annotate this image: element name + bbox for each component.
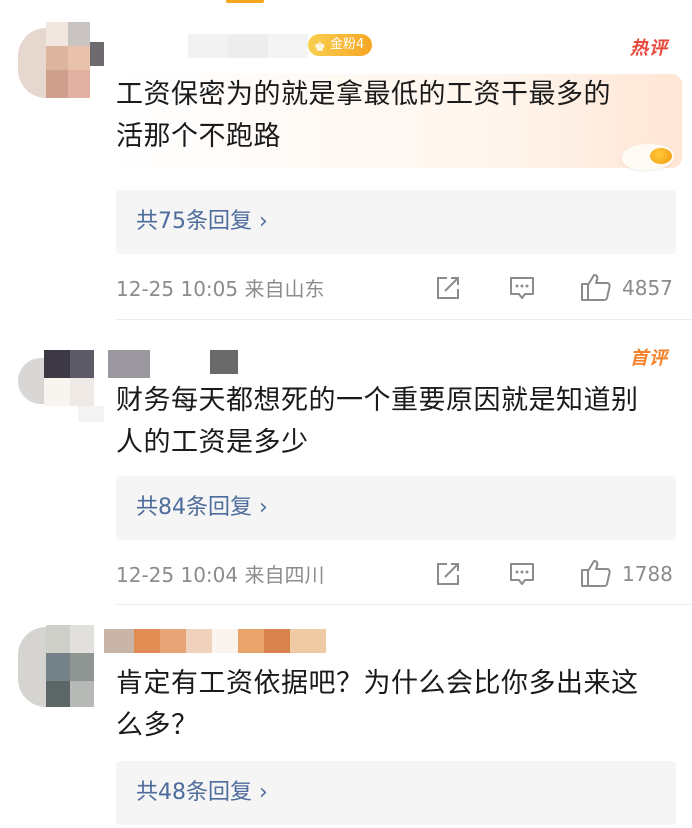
replies-link[interactable]: 共75条回复 › <box>116 190 676 254</box>
thumbs-up-icon <box>581 560 611 587</box>
replies-label: 共75条回复 › <box>136 209 268 234</box>
share-button[interactable] <box>434 274 464 304</box>
comment-icon <box>510 563 534 585</box>
comment-button[interactable] <box>508 274 538 304</box>
comment-text: 财务每天都想死的一个重要原因就是知道别 人的工资是多少 <box>116 380 656 464</box>
comment-icon <box>510 277 534 299</box>
comment-text-line: 活那个不跑路 <box>116 121 281 152</box>
comment-text: 工资保密为的就是拿最低的工资干最多的 活那个不跑路 <box>116 74 656 158</box>
comment-text: 肯定有工资依据吧？为什么会比你多出来这 么多？ <box>116 663 656 747</box>
username-obscured[interactable] <box>104 629 326 653</box>
like-button[interactable]: 4857 <box>580 272 680 302</box>
replies-label: 共48条回复 › <box>136 780 268 805</box>
comment-text-line: 么多？ <box>116 710 199 741</box>
comment-button[interactable] <box>508 560 538 590</box>
like-button[interactable]: 1788 <box>580 558 680 588</box>
like-count: 1788 <box>622 562 673 586</box>
fan-badge-label: 金粉4 <box>330 37 365 52</box>
comment-item: 肯定有工资依据吧？为什么会比你多出来这 么多？ 共48条回复 › <box>0 605 692 828</box>
avatar[interactable] <box>18 22 104 98</box>
comment-text-line: 人的工资是多少 <box>116 427 309 458</box>
replies-link[interactable]: 共48条回复 › <box>116 761 676 825</box>
comment-item: ♚ 金粉4 热评 工资保密为的就是拿最低的工资干最多的 活那个不跑路 共75条回… <box>0 0 692 320</box>
share-icon <box>437 563 459 585</box>
replies-link[interactable]: 共84条回复 › <box>116 476 676 540</box>
like-count: 4857 <box>622 276 673 300</box>
comment-text-line: 肯定有工资依据吧？为什么会比你多出来这 <box>116 668 639 699</box>
share-button[interactable] <box>434 560 464 590</box>
comment-meta: 12-25 10:04 来自四川 <box>116 563 325 587</box>
username-obscured[interactable] <box>118 34 308 58</box>
fan-badge-icon: ♚ <box>314 40 326 55</box>
hot-comment-tag: 热评 <box>630 38 668 59</box>
avatar[interactable] <box>18 350 150 422</box>
avatar[interactable] <box>18 625 104 707</box>
username-obscured[interactable] <box>150 350 250 374</box>
fan-badge[interactable]: ♚ 金粉4 <box>308 34 373 56</box>
first-comment-tag: 首评 <box>630 348 668 369</box>
replies-label: 共84条回复 › <box>136 495 268 520</box>
thumbs-up-icon <box>581 274 611 301</box>
comment-text-line: 工资保密为的就是拿最低的工资干最多的 <box>116 79 611 110</box>
comment-text-line: 财务每天都想死的一个重要原因就是知道别 <box>116 385 639 416</box>
comment-item: 首评 财务每天都想死的一个重要原因就是知道别 人的工资是多少 共84条回复 › … <box>0 320 692 605</box>
comment-meta: 12-25 10:05 来自山东 <box>116 277 325 301</box>
share-icon <box>437 277 459 299</box>
